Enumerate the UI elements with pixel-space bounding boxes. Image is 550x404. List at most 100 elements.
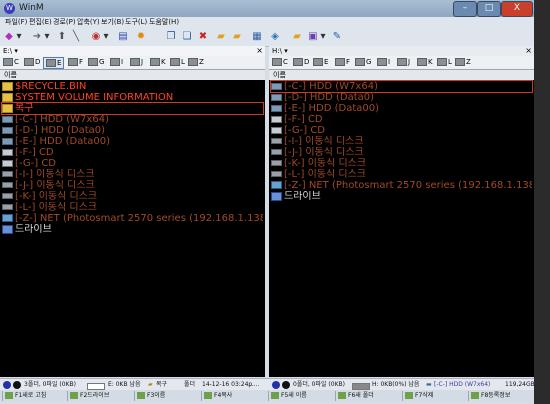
sync-icon[interactable]: ◈ [270, 30, 280, 43]
right-list-item[interactable]: [-G-] CD [271, 125, 532, 136]
right-pane-close-icon[interactable]: × [525, 46, 532, 56]
forward-icon[interactable]: ➜ [32, 30, 42, 43]
left-drive-k[interactable]: K [150, 57, 166, 67]
refresh-dropdown-icon[interactable]: ▾ [103, 30, 109, 43]
copy-icon[interactable]: ❐ [166, 30, 176, 43]
maximize-button[interactable]: □ [477, 1, 501, 17]
right-drive-i[interactable]: I [377, 57, 390, 67]
right-column-header[interactable]: 이름 [269, 70, 534, 80]
forward-dropdown-icon[interactable]: ▾ [44, 30, 50, 43]
left-path[interactable]: E:\ ▾ [0, 47, 18, 55]
menu-tools[interactable]: 도구(L) [125, 17, 147, 28]
info-dark-icon[interactable] [13, 381, 21, 389]
left-drive-l[interactable]: L [170, 57, 185, 67]
left-list-item[interactable]: [-G-] CD [2, 158, 263, 169]
menu-view[interactable]: 보기(B) [101, 17, 124, 28]
right-drive-d[interactable]: D [293, 57, 309, 67]
right-info-dark-icon[interactable] [282, 381, 290, 389]
edit-icon[interactable]: ╲ [71, 30, 81, 43]
menu-compress[interactable]: 압축(Y) [77, 17, 100, 28]
left-drive-j[interactable]: J [130, 57, 143, 67]
right-list-item[interactable]: 드라이브 [271, 191, 532, 202]
up-icon[interactable]: ⬆ [57, 30, 67, 43]
fkey-delete[interactable]: F7삭제 [402, 391, 468, 401]
folder-open-icon[interactable]: ▰ [232, 30, 242, 43]
right-list-item[interactable]: [-F-] CD [271, 114, 532, 125]
left-drive-c[interactable]: C [3, 57, 19, 67]
right-info-icon[interactable] [272, 381, 280, 389]
fkey-copy[interactable]: F4복사 [201, 391, 268, 401]
left-list-item[interactable]: $RECYCLE.BIN [2, 81, 263, 92]
left-list-item[interactable]: [-E-] HDD (Data00) [2, 136, 263, 147]
fkey-new-folder[interactable]: F6새 폴더 [335, 391, 402, 401]
fkey-new-name[interactable]: F5새 이름 [268, 391, 335, 401]
left-list-item[interactable]: SYSTEM VOLUME INFORMATION [2, 92, 263, 103]
left-drive-e[interactable]: E [43, 57, 65, 69]
left-list-item[interactable]: [-K-] 이동식 디스크 [2, 191, 263, 202]
menu-edit[interactable]: 편집(E) [29, 17, 52, 28]
folder-icon[interactable]: ▰ [216, 30, 226, 43]
right-drive-e[interactable]: E [313, 57, 328, 67]
left-list-item[interactable]: 드라이브 [2, 224, 263, 235]
rem-icon [271, 171, 282, 177]
right-drive-g[interactable]: G [355, 57, 371, 67]
left-drive-z[interactable]: Z [188, 57, 204, 67]
right-list-item[interactable]: [-D-] HDD (Data0) [271, 92, 532, 103]
right-list-item[interactable]: [-J-] 이동식 디스크 [271, 147, 532, 158]
folder-star-icon[interactable]: ▰ [292, 30, 302, 43]
left-pane-close-icon[interactable]: × [256, 46, 263, 56]
left-column-header[interactable]: 이름 [0, 70, 265, 80]
fkey-name[interactable]: F3이름 [134, 391, 201, 401]
compress-icon[interactable]: ▦ [252, 30, 262, 43]
left-list-item[interactable]: 복구 [1, 102, 264, 115]
paste-icon[interactable]: ❏ [182, 30, 192, 43]
right-drive-f[interactable]: F [335, 57, 350, 67]
left-path-bar[interactable]: E:\ ▾ × [0, 46, 265, 56]
left-drive-i[interactable]: I [110, 57, 123, 67]
left-list-item[interactable]: [-J-] 이동식 디스크 [2, 180, 263, 191]
right-list-item[interactable]: [-Z-] NET (Photosmart 2570 series (192.1… [271, 180, 532, 191]
right-list-item[interactable]: [-E-] HDD (Data00) [271, 103, 532, 114]
right-list-item[interactable]: [-I-] 이동식 디스크 [271, 136, 532, 147]
right-pane[interactable]: H:\ ▾ × C D E F G I J K L Z 이름 [-C-] HDD… [269, 46, 534, 377]
menu-help[interactable]: 도움말(H) [149, 17, 179, 28]
back-icon[interactable]: ◆ [4, 30, 14, 43]
right-drive-j[interactable]: J [397, 57, 410, 67]
left-list-item[interactable]: [-F-] CD [2, 147, 263, 158]
right-drive-k[interactable]: K [417, 57, 433, 67]
info-icon[interactable] [3, 381, 11, 389]
fkey-drive[interactable]: F2드라이브 [67, 391, 134, 401]
menu-path[interactable]: 경로(P) [53, 17, 76, 28]
fkey-refresh[interactable]: F1새로 고침 [2, 391, 67, 401]
sun-icon[interactable]: ✹ [136, 30, 146, 43]
left-pane[interactable]: E:\ ▾ × C D E F G I J K L Z 이름 $RECYCLE.… [0, 46, 265, 377]
settings-icon[interactable]: ✎ [332, 30, 342, 43]
title-bar[interactable]: W WinM – □ X [0, 0, 534, 17]
right-list-item[interactable]: [-C-] HDD (W7x64) [270, 80, 533, 93]
left-drive-g[interactable]: G [88, 57, 104, 67]
back-dropdown-icon[interactable]: ▾ [16, 30, 22, 43]
right-path[interactable]: H:\ ▾ [269, 47, 288, 55]
right-list-item[interactable]: [-L-] 이동식 디스크 [271, 169, 532, 180]
window-dropdown-icon[interactable]: ▾ [320, 30, 326, 43]
right-drive-l[interactable]: L [437, 57, 452, 67]
left-list-item[interactable]: [-Z-] NET (Photosmart 2570 series (192.1… [2, 213, 263, 224]
minimize-button[interactable]: – [453, 1, 477, 17]
window-icon[interactable]: ▣ [308, 30, 318, 43]
right-drive-z[interactable]: Z [455, 57, 471, 67]
close-button[interactable]: X [501, 1, 533, 17]
right-path-bar[interactable]: H:\ ▾ × [269, 46, 534, 56]
menu-file[interactable]: 파일(F) [5, 17, 27, 28]
delete-icon[interactable]: ✖ [198, 30, 208, 43]
right-list-item[interactable]: [-K-] 이동식 디스크 [271, 158, 532, 169]
left-list-item[interactable]: [-C-] HDD (W7x64) [2, 114, 263, 125]
left-list-item[interactable]: [-L-] 이동식 디스크 [2, 202, 263, 213]
left-list-item[interactable]: [-I-] 이동식 디스크 [2, 169, 263, 180]
view-icon[interactable]: ▤ [118, 30, 128, 43]
fkey-properties[interactable]: F8등록정보 [468, 391, 532, 401]
refresh-icon[interactable]: ◉ [91, 30, 101, 43]
left-list-item[interactable]: [-D-] HDD (Data0) [2, 125, 263, 136]
left-drive-d[interactable]: D [24, 57, 40, 67]
left-drive-f[interactable]: F [68, 57, 83, 67]
right-drive-c[interactable]: C [272, 57, 288, 67]
